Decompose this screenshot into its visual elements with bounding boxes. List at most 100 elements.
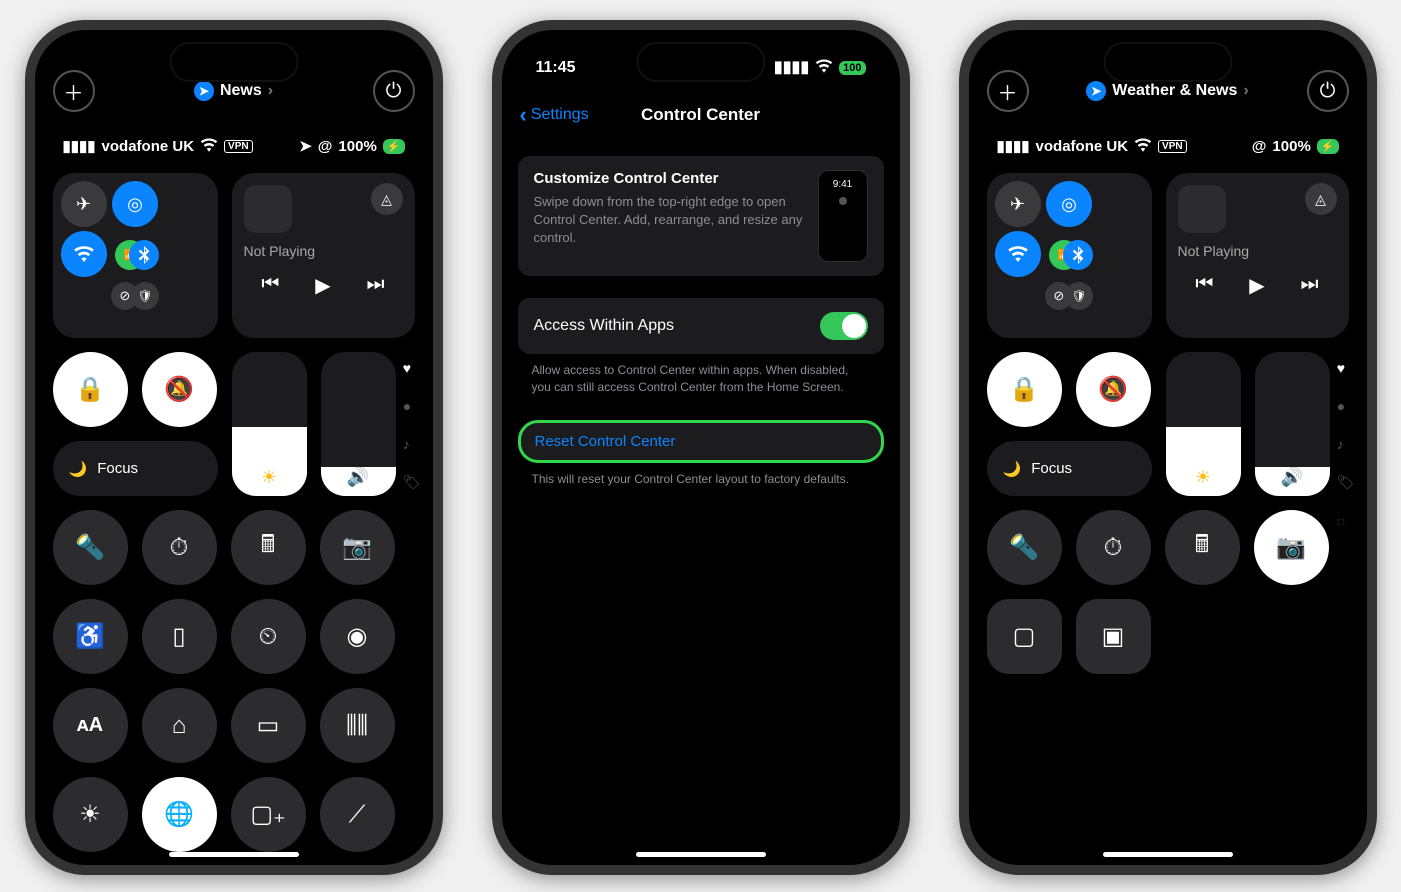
- media-status: Not Playing: [1178, 243, 1337, 259]
- calculator-icon[interactable]: 🖩: [231, 510, 306, 585]
- brightness-slider[interactable]: ☀: [1166, 352, 1241, 496]
- flashlight-icon[interactable]: 🔦: [987, 510, 1062, 585]
- play-icon[interactable]: ▶: [315, 273, 330, 298]
- battery-text: 100%: [338, 138, 376, 155]
- airplay-icon[interactable]: ◬: [371, 183, 403, 215]
- reset-footer: This will reset your Control Center layo…: [532, 471, 870, 488]
- chevron-right-icon: ›: [1243, 82, 1248, 100]
- wifi-toggle-icon[interactable]: [995, 231, 1041, 277]
- silent-mode-icon[interactable]: 🔕: [1076, 352, 1151, 427]
- carrier-text: vodafone UK: [1036, 138, 1129, 155]
- heart-icon: ♥: [403, 360, 421, 376]
- volume-slider[interactable]: 🔊: [321, 352, 396, 496]
- cc-tab-label[interactable]: ➤ Weather & News ›: [1086, 81, 1248, 101]
- rotation-lock-icon[interactable]: 🔒: [53, 352, 128, 427]
- rewind-icon[interactable]: ⏮: [261, 273, 279, 298]
- access-within-apps-row[interactable]: Access Within Apps: [518, 298, 884, 354]
- dynamic-island: [636, 42, 765, 82]
- page-indicator[interactable]: ♥ ● ♪ 🏷: [403, 360, 421, 491]
- chevron-right-icon: ›: [268, 82, 273, 100]
- phone-before: ＋ ➤ News › ⏻ ▮▮▮▮ vodafone UK VPN ➤ @ 10…: [25, 20, 443, 875]
- speaker-icon: 🔊: [1281, 467, 1303, 488]
- airdrop-icon[interactable]: ◎: [1046, 181, 1092, 227]
- chevron-left-icon: ‹: [520, 102, 527, 128]
- page-indicator[interactable]: ♥ ● ♪ 🏷 ◌: [1337, 360, 1355, 529]
- battery-text: 100%: [1272, 138, 1310, 155]
- stopwatch-icon[interactable]: ⏲: [231, 599, 306, 674]
- home-indicator[interactable]: [636, 852, 766, 857]
- wallet-icon[interactable]: ▢₊: [231, 777, 306, 852]
- vpn-badge: VPN: [1158, 140, 1187, 153]
- focus-tile[interactable]: 🌙 Focus: [53, 441, 218, 496]
- power-button[interactable]: ⏻: [373, 70, 415, 112]
- airplay-icon[interactable]: ◬: [1305, 183, 1337, 215]
- media-tile[interactable]: ◬ Not Playing ⏮ ▶ ⏭: [232, 173, 415, 338]
- nav-arrow-icon: ➤: [1086, 81, 1106, 101]
- add-controls-button[interactable]: ＋: [987, 70, 1029, 112]
- camera-icon[interactable]: 📷: [320, 510, 395, 585]
- screen-mirroring-icon[interactable]: ▢: [987, 599, 1062, 674]
- silent-mode-icon[interactable]: 🔕: [142, 352, 217, 427]
- record-icon[interactable]: ◉: [320, 599, 395, 674]
- home-indicator[interactable]: [1103, 852, 1233, 857]
- music-icon: ♪: [1337, 436, 1355, 452]
- flashlight-icon[interactable]: 🔦: [53, 510, 128, 585]
- home-icon[interactable]: ⌂: [142, 688, 217, 763]
- camera-icon[interactable]: 📷: [1254, 510, 1329, 585]
- home-indicator[interactable]: [169, 852, 299, 857]
- airplane-mode-icon[interactable]: ✈: [61, 181, 107, 227]
- qr-scanner-icon[interactable]: ▣: [1076, 599, 1151, 674]
- focus-label: Focus: [97, 460, 138, 477]
- carrier-text: vodafone UK: [102, 138, 195, 155]
- remote-icon[interactable]: ▯: [142, 599, 217, 674]
- alarm-icon: @: [318, 139, 333, 154]
- vpn-badge: VPN: [224, 140, 253, 153]
- album-art: [244, 185, 292, 233]
- media-tile[interactable]: ◬ Not Playing ⏮ ▶ ⏭: [1166, 173, 1349, 338]
- cc-tab-label[interactable]: ➤ News ›: [194, 81, 273, 101]
- volume-slider[interactable]: 🔊: [1255, 352, 1330, 496]
- status-bar: ▮▮▮▮ vodafone UK VPN @ 100% ⚡: [969, 138, 1367, 155]
- battery-pill: ⚡: [383, 139, 405, 154]
- wifi-toggle-icon[interactable]: [61, 231, 107, 277]
- forward-icon[interactable]: ⏭: [1301, 273, 1319, 298]
- connectivity-tile[interactable]: ✈ ◎ 📶 ⊘ 🛡: [53, 173, 218, 338]
- focus-tile[interactable]: 🌙 Focus: [987, 441, 1152, 496]
- forward-icon[interactable]: ⏭: [367, 273, 385, 298]
- power-button[interactable]: ⏻: [1307, 70, 1349, 112]
- access-toggle[interactable]: [820, 312, 868, 340]
- bluetooth-icon[interactable]: [129, 240, 159, 270]
- text-size-icon[interactable]: ᴀA: [53, 688, 128, 763]
- customize-card[interactable]: Customize Control Center Swipe down from…: [518, 156, 884, 276]
- rotation-lock-icon[interactable]: 🔒: [987, 352, 1062, 427]
- speaker-icon: 🔊: [347, 467, 369, 488]
- vpn-toggle-icon[interactable]: 🛡: [1065, 282, 1093, 310]
- phone-after: ＋ ➤ Weather & News › ⏻ ▮▮▮▮ vodafone UK …: [959, 20, 1377, 875]
- network-icon[interactable]: 🌐: [142, 777, 217, 852]
- calculator-icon[interactable]: 🖩: [1165, 510, 1240, 585]
- back-button[interactable]: ‹ Settings: [520, 102, 589, 128]
- connectivity-tile[interactable]: ✈ ◎ 📶 ⊘ 🛡: [987, 173, 1152, 338]
- card-body: Swipe down from the top-right edge to op…: [534, 193, 806, 248]
- rewind-icon[interactable]: ⏮: [1195, 273, 1213, 298]
- brightness-slider[interactable]: ☀: [232, 352, 307, 496]
- timer-icon[interactable]: ⏱: [1076, 510, 1151, 585]
- cell-off-icon[interactable]: ⟋: [320, 777, 395, 852]
- low-power-icon[interactable]: ▭: [231, 688, 306, 763]
- brightness-icon[interactable]: ☀: [53, 777, 128, 852]
- dynamic-island: [1103, 42, 1232, 82]
- bluetooth-icon[interactable]: [1063, 240, 1093, 270]
- reset-control-center-button[interactable]: Reset Control Center: [518, 420, 884, 463]
- wifi-icon: [1134, 138, 1152, 155]
- play-icon[interactable]: ▶: [1249, 273, 1264, 298]
- vpn-toggle-icon[interactable]: 🛡: [131, 282, 159, 310]
- access-footer: Allow access to Control Center within ap…: [532, 362, 870, 396]
- airplane-mode-icon[interactable]: ✈: [995, 181, 1041, 227]
- media-status: Not Playing: [244, 243, 403, 259]
- add-controls-button[interactable]: ＋: [53, 70, 95, 112]
- tab-text: News: [220, 82, 262, 100]
- accessibility-icon[interactable]: ♿: [53, 599, 128, 674]
- airdrop-icon[interactable]: ◎: [112, 181, 158, 227]
- sound-recognition-icon[interactable]: ⫼⫼: [320, 688, 395, 763]
- timer-icon[interactable]: ⏱: [142, 510, 217, 585]
